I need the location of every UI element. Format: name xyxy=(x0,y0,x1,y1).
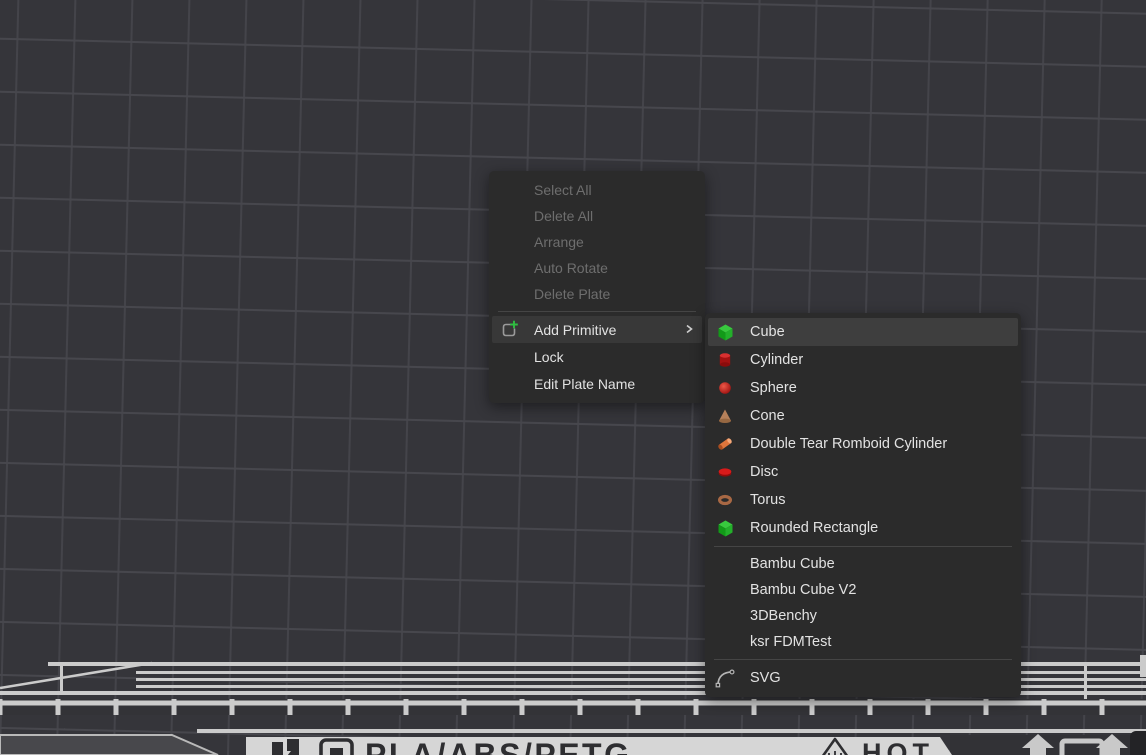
submenu-separator xyxy=(714,546,1012,547)
submenu-item-disc[interactable]: Disc xyxy=(705,458,1021,486)
menu-item-label: Lock xyxy=(534,349,564,365)
menu-item-auto-rotate[interactable]: Auto Rotate xyxy=(489,255,705,281)
menu-item-arrange[interactable]: Arrange xyxy=(489,229,705,255)
submenu-item-label: SVG xyxy=(750,670,781,686)
add-primitive-icon xyxy=(498,319,520,341)
plate-textured-edge xyxy=(0,699,1146,715)
submenu-item-torus[interactable]: Torus xyxy=(705,486,1021,514)
submenu-item-label: Disc xyxy=(750,464,778,480)
submenu-item-label: Torus xyxy=(750,492,785,508)
cylinder-icon xyxy=(714,349,736,371)
plate-corner-notch xyxy=(1130,731,1146,755)
menu-item-label: Add Primitive xyxy=(534,322,616,338)
submenu-item-bambu-cube[interactable]: Bambu Cube xyxy=(705,551,1021,577)
menu-item-lock[interactable]: Lock xyxy=(489,343,705,370)
submenu-item-rounded-rectangle[interactable]: Rounded Rectangle xyxy=(705,514,1021,542)
submenu-item-bambu-cube-v2[interactable]: Bambu Cube V2 xyxy=(705,577,1021,603)
menu-item-edit-plate-name[interactable]: Edit Plate Name xyxy=(489,370,705,397)
plate-material-label: PLA/ABS/PETG xyxy=(365,737,631,755)
torus-icon xyxy=(714,489,736,511)
submenu-separator xyxy=(714,659,1012,660)
sphere-icon xyxy=(714,377,736,399)
plate-left-edge-line xyxy=(0,663,152,688)
add-primitive-submenu: Cube Cylinder xyxy=(705,313,1021,697)
menu-item-label: Select All xyxy=(534,182,592,198)
menu-item-label: Edit Plate Name xyxy=(534,376,635,392)
submenu-item-svg[interactable]: SVG xyxy=(705,664,1021,692)
disc-icon xyxy=(714,461,736,483)
slicer-3d-viewport[interactable]: PLA/ABS/PETG HOT Select All Delete All A… xyxy=(0,0,1146,755)
submenu-item-label: Cylinder xyxy=(750,352,803,368)
bezier-curve-icon xyxy=(714,667,736,689)
submenu-item-label: Bambu Cube V2 xyxy=(750,582,856,598)
menu-item-select-all[interactable]: Select All xyxy=(489,177,705,203)
submenu-item-label: Double Tear Romboid Cylinder xyxy=(750,436,947,452)
submenu-item-cube[interactable]: Cube xyxy=(705,318,1021,346)
tilted-cylinder-icon xyxy=(714,433,736,455)
submenu-item-label: 3DBenchy xyxy=(750,608,817,624)
submenu-item-ksr-fdmtest[interactable]: ksr FDMTest xyxy=(705,629,1021,655)
submenu-chevron-icon xyxy=(683,322,695,338)
menu-item-label: Delete Plate xyxy=(534,286,610,302)
submenu-item-label: Cone xyxy=(750,408,785,424)
menu-item-label: Arrange xyxy=(534,234,584,250)
menu-item-label: Auto Rotate xyxy=(534,260,608,276)
submenu-item-cylinder[interactable]: Cylinder xyxy=(705,346,1021,374)
submenu-item-label: Rounded Rectangle xyxy=(750,520,878,536)
menu-item-delete-all[interactable]: Delete All xyxy=(489,203,705,229)
cube-icon xyxy=(714,321,736,343)
menu-item-label: Delete All xyxy=(534,208,593,224)
submenu-item-label: Sphere xyxy=(750,380,797,396)
submenu-item-3dbenchy[interactable]: 3DBenchy xyxy=(705,603,1021,629)
submenu-item-sphere[interactable]: Sphere xyxy=(705,374,1021,402)
rounded-cube-icon xyxy=(714,517,736,539)
cone-icon xyxy=(714,405,736,427)
plate-front-left-tab xyxy=(0,735,218,755)
submenu-item-cone[interactable]: Cone xyxy=(705,402,1021,430)
menu-separator xyxy=(498,311,696,312)
submenu-item-label: Cube xyxy=(750,324,785,340)
submenu-item-label: ksr FDMTest xyxy=(750,634,831,650)
menu-item-add-primitive[interactable]: Add Primitive xyxy=(489,316,705,343)
plate-front-top-edge xyxy=(197,729,1146,733)
submenu-item-double-tear-romboid-cylinder[interactable]: Double Tear Romboid Cylinder xyxy=(705,430,1021,458)
submenu-item-label: Bambu Cube xyxy=(750,556,835,572)
hot-warning-label: HOT xyxy=(862,738,934,755)
menu-item-delete-plate[interactable]: Delete Plate xyxy=(489,281,705,307)
context-menu: Select All Delete All Arrange Auto Rotat… xyxy=(489,171,705,403)
